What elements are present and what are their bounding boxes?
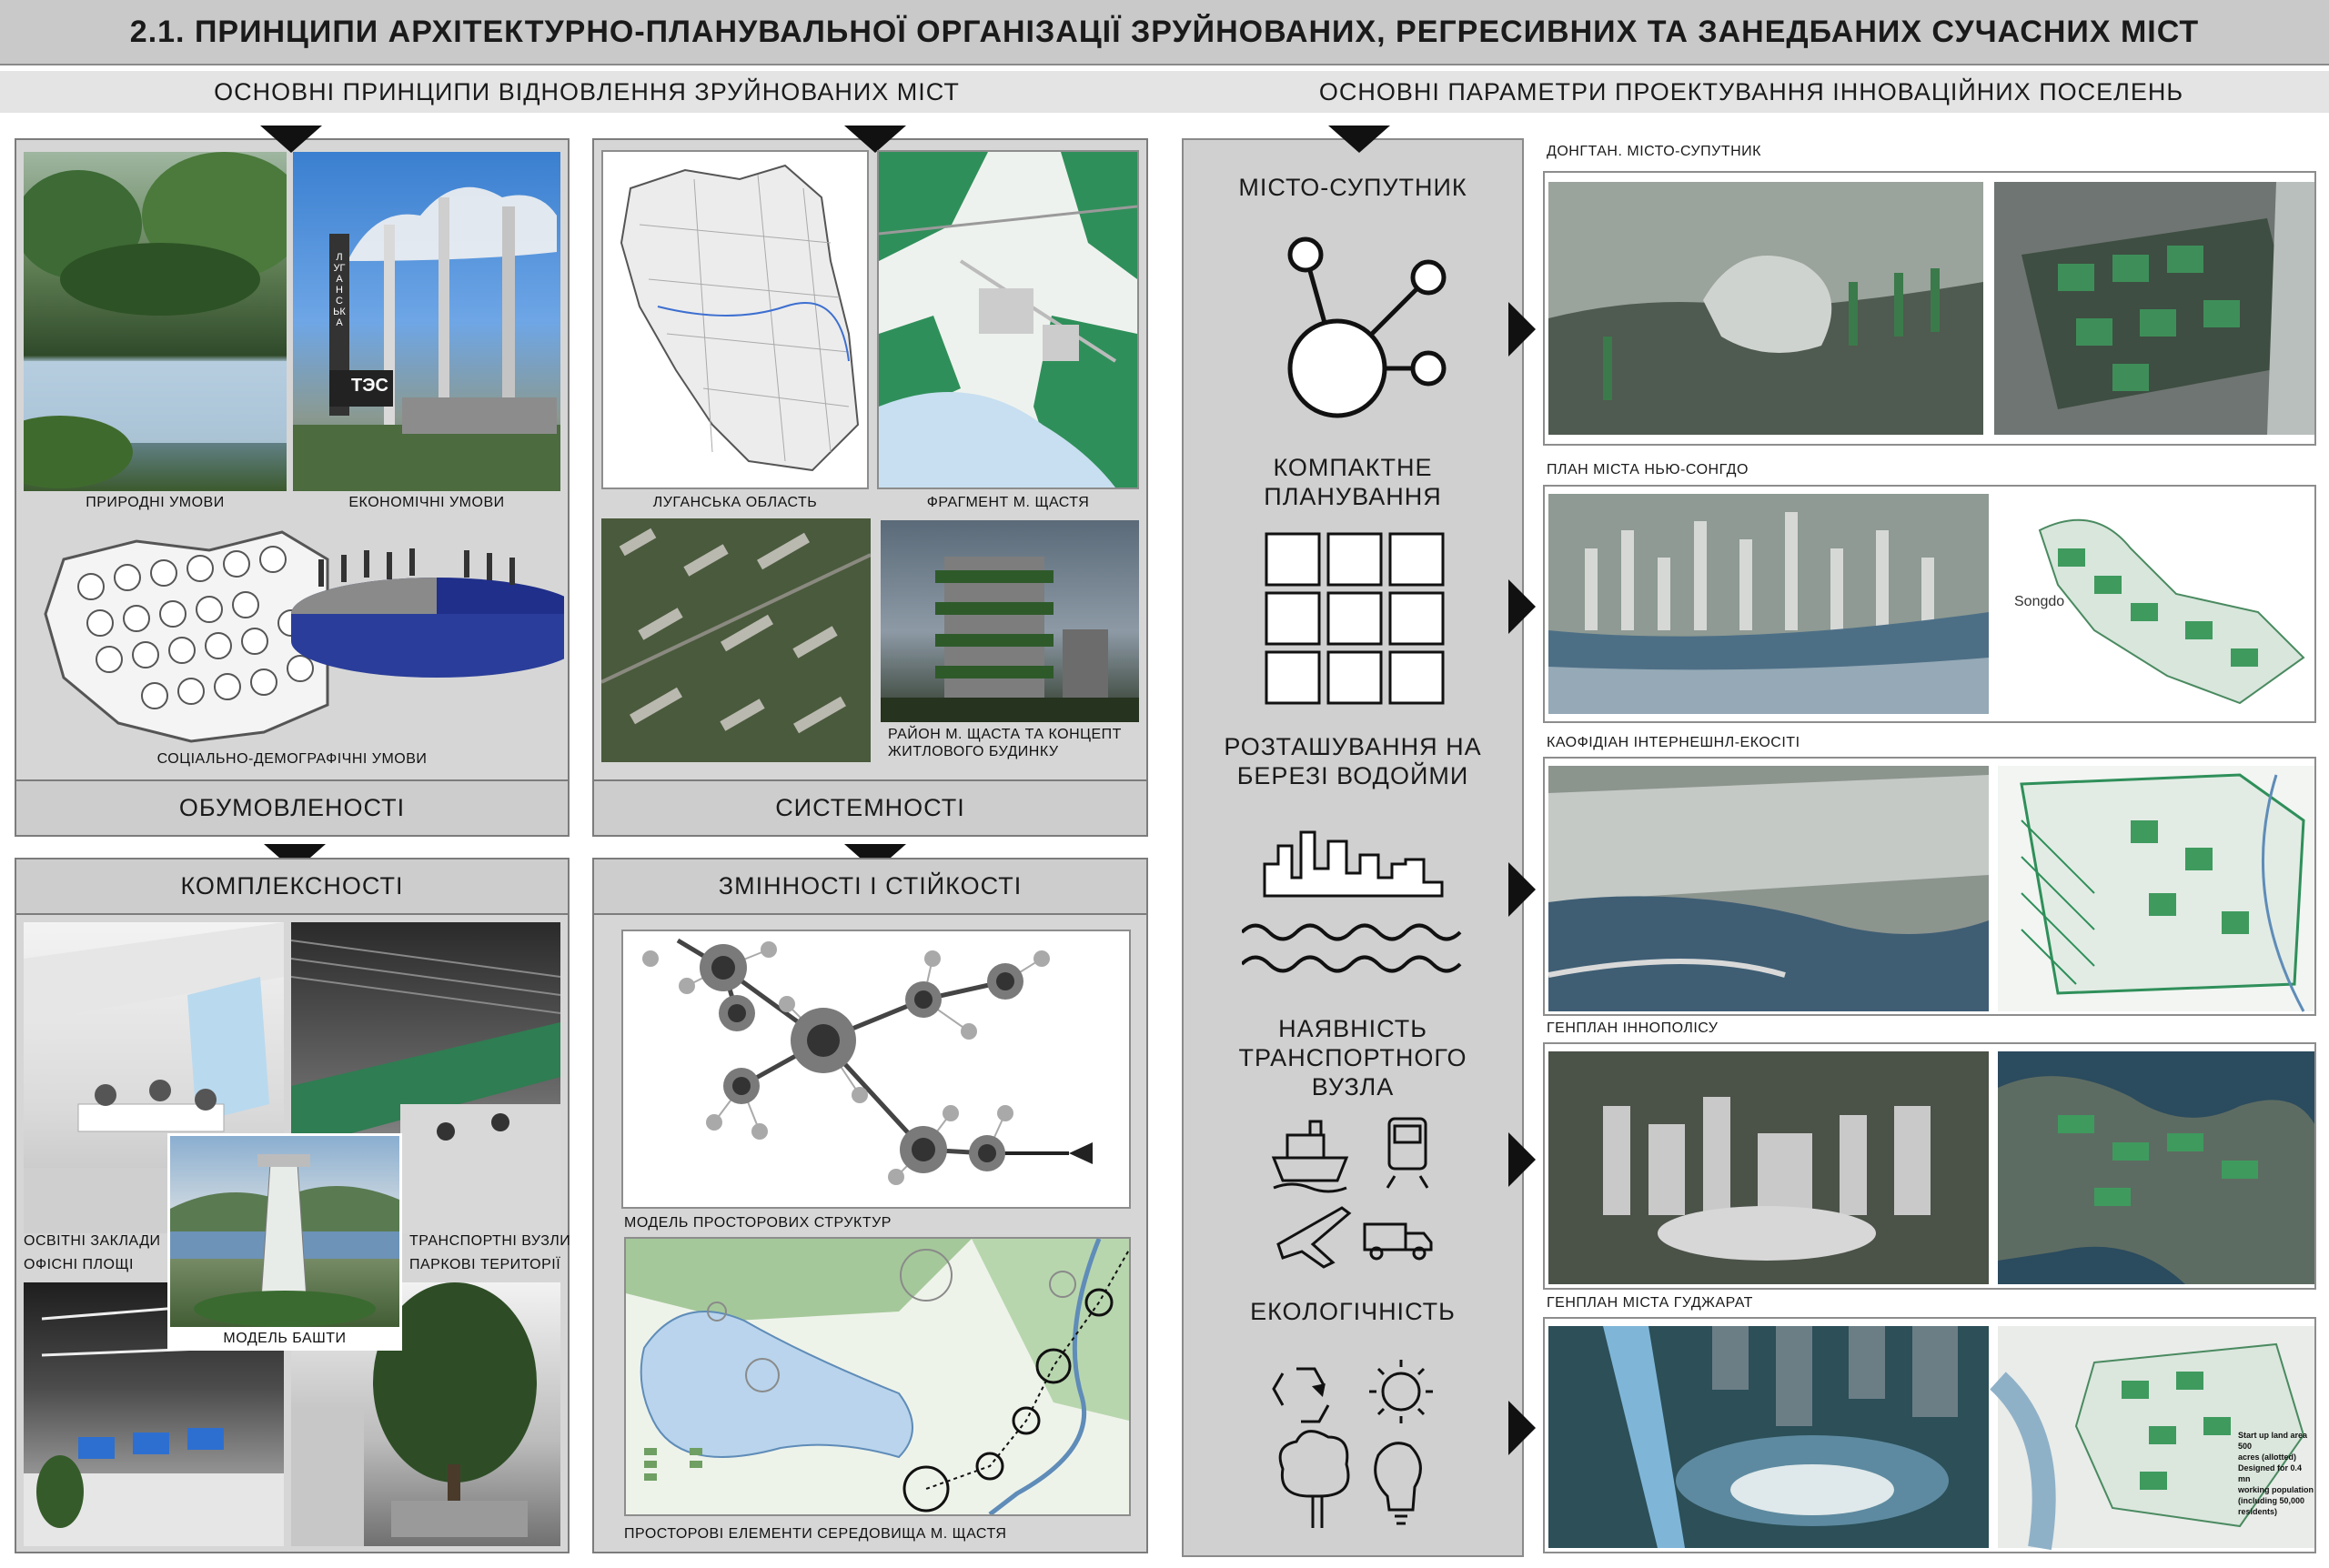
arrow-right-icon — [1508, 302, 1536, 357]
demographic-infographic — [27, 523, 564, 750]
transport-icons — [1269, 1108, 1442, 1271]
caption-tower-model: МОДЕЛЬ БАШТИ — [167, 1327, 402, 1351]
spatial-structure-diagram — [621, 930, 1131, 1209]
param-transport-hub: НАЯВНІСТЬ ТРАНСПОРТНОГО ВУЗЛА — [1238, 1015, 1467, 1101]
luhansk-region-map — [601, 150, 869, 489]
arrow-down-icon — [260, 126, 322, 153]
systemic-label: СИСТЕМНОСТІ — [592, 779, 1148, 837]
project-card-caofeidian — [1543, 757, 2316, 1016]
arrow-down-icon — [1328, 126, 1390, 153]
page-title: 2.1. ПРИНЦИПИ АРХІТЕКТУРНО-ПЛАНУВАЛЬНОЇ … — [0, 0, 2329, 65]
caption-economic: ЕКОНОМІЧНІ УМОВИ — [348, 495, 505, 510]
nature-photo — [24, 152, 287, 491]
caption-natural: ПРИРОДНІ УМОВИ — [86, 495, 225, 510]
variability-label: ЗМІННОСТІ І СТІЙКОСТІ — [592, 858, 1148, 915]
arrow-down-icon — [844, 126, 906, 153]
param-satellite-city: МІСТО-СУПУТНИК — [1238, 174, 1467, 201]
right-section-heading: ОСНОВНІ ПАРАМЕТРИ ПРОЕКТУВАННЯ ІННОВАЦІЙ… — [1174, 71, 2329, 113]
plant-sign-vertical: ЛУГАНСЬКА — [333, 252, 346, 328]
caption-office: ОФІСНІ ПЛОЩІ — [24, 1257, 134, 1272]
caption-structure-model: МОДЕЛЬ ПРОСТОРОВИХ СТРУКТУР — [624, 1215, 892, 1231]
complexity-label: КОМПЛЕКСНОСТІ — [15, 858, 570, 915]
arrow-right-icon — [1508, 1132, 1536, 1187]
arrow-right-icon — [1508, 1401, 1536, 1455]
caption-demographic: СОЦІАЛЬНО-ДЕМОГРАФІЧНІ УМОВИ — [156, 751, 428, 767]
satellite-city-icon — [1255, 232, 1456, 423]
ecology-icons — [1269, 1351, 1442, 1533]
caption-education: ОСВІТНІ ЗАКЛАДИ — [24, 1233, 161, 1249]
aerial-photo — [601, 518, 871, 762]
caption-spatial-elements: ПРОСТОРОВІ ЕЛЕМЕНТИ СЕРЕДОВИЩА М. ЩАСТЯ — [624, 1526, 1007, 1542]
caption-fragment: ФРАГМЕНТ М. ЩАСТЯ — [926, 495, 1090, 510]
project-title-caofeidian: КАОФІДІАН ІНТЕРНЕШНЛ-ЕКОСІТІ — [1547, 735, 1800, 750]
power-plant-photo: ЛУГАНСЬКА ТЭС — [293, 152, 560, 491]
shchastia-spatial-map — [624, 1237, 1131, 1516]
param-compact-planning: КОМПАКТНЕ ПЛАНУВАННЯ — [1264, 454, 1442, 510]
gujarat-note-line: (including 50,000 — [2238, 1496, 2305, 1505]
left-section-heading: ОСНОВНІ ПРИНЦИПИ ВІДНОВЛЕННЯ ЗРУЙНОВАНИХ… — [0, 71, 1174, 113]
gujarat-note-line: working population — [2238, 1485, 2314, 1494]
plant-sign: ТЭС — [351, 376, 388, 396]
project-card-gujarat: Start up land area 500 acres (allotted) … — [1543, 1317, 2316, 1553]
gujarat-note-line: residents) — [2238, 1507, 2278, 1516]
project-title-dongtan: ДОНГТАН. МІСТО-СУПУТНИК — [1547, 144, 1761, 159]
gujarat-note-line: Designed for 0.4 mn — [2238, 1463, 2303, 1483]
project-card-innopolis — [1543, 1042, 2316, 1290]
project-card-dongtan — [1543, 171, 2316, 446]
project-card-songdo: Songdo — [1543, 485, 2316, 723]
caption-park: ПАРКОВІ ТЕРИТОРІЇ — [409, 1257, 561, 1272]
caption-district-concept: РАЙОН М. ЩАСТА ТА КОНЦЕПТ ЖИТЛОВОГО БУДИ… — [888, 727, 1122, 759]
waterfront-skyline-icon — [1242, 828, 1469, 982]
arrow-right-icon — [1508, 579, 1536, 634]
caption-transport: ТРАНСПОРТНІ ВУЗЛИ — [409, 1233, 571, 1249]
shchastia-fragment-map — [877, 150, 1139, 489]
songdo-brand: Songdo — [2014, 594, 2065, 609]
arrow-right-icon — [1508, 862, 1536, 917]
gujarat-map-notes: Start up land area 500 acres (allotted) … — [2238, 1430, 2314, 1517]
residential-concept-photo — [881, 520, 1139, 722]
project-title-innopolis: ГЕНПЛАН ІННОПОЛІСУ — [1547, 1020, 1719, 1036]
param-waterfront: РОЗТАШУВАННЯ НА БЕРЕЗІ ВОДОЙМИ — [1224, 733, 1482, 789]
project-title-songdo: ПЛАН МІСТА НЬЮ-СОНГДО — [1547, 462, 1749, 477]
tower-model-photo — [167, 1133, 402, 1333]
project-title-gujarat: ГЕНПЛАН МІСТА ГУДЖАРАТ — [1547, 1295, 1753, 1311]
gujarat-note-line: Start up land area 500 — [2238, 1431, 2308, 1451]
gujarat-note-line: acres (allotted) — [2238, 1452, 2297, 1462]
caption-luhansk: ЛУГАНСЬКА ОБЛАСТЬ — [652, 495, 818, 510]
conditions-label: ОБУМОВЛЕНОСТІ — [15, 779, 570, 837]
grid-plan-icon — [1265, 532, 1447, 705]
param-ecology: ЕКОЛОГІЧНІСТЬ — [1250, 1298, 1456, 1325]
